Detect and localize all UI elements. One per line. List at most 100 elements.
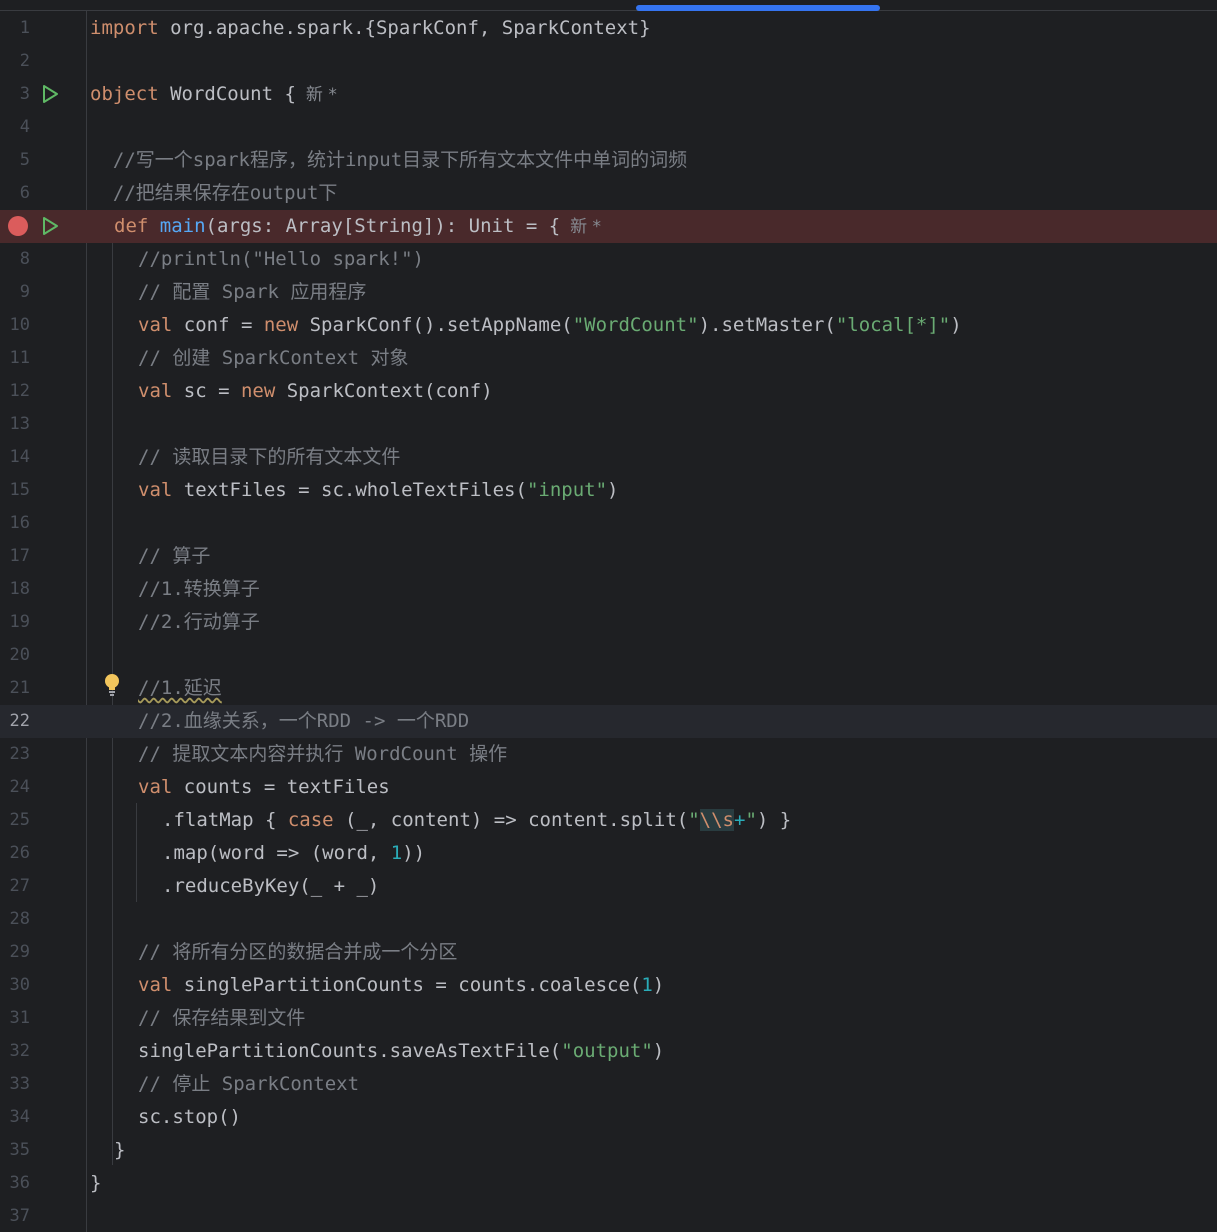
code-line[interactable]: 10 val conf = new SparkConf().setAppName… (0, 309, 1217, 342)
code-line[interactable]: 33 // 停止 SparkContext (0, 1068, 1217, 1101)
line-number: 5 (19, 150, 30, 170)
code-text[interactable]: object WordCount {新 * (90, 78, 337, 112)
code-line[interactable]: 1 import org.apache.spark.{SparkConf, Sp… (0, 12, 1217, 45)
code-line[interactable]: 2 (0, 45, 1217, 78)
comment[interactable]: // 保存结果到文件 (138, 1002, 305, 1035)
author-hint[interactable]: 新 * (306, 85, 337, 105)
code-line[interactable]: 12 val sc = new SparkContext(conf) (0, 375, 1217, 408)
code-line[interactable]: 30 val singlePartitionCounts = counts.co… (0, 969, 1217, 1002)
code-line[interactable]: 36 } (0, 1167, 1217, 1200)
code-line[interactable]: 13 (0, 408, 1217, 441)
code-line[interactable]: 29 // 将所有分区的数据合并成一个分区 (0, 936, 1217, 969)
code-line[interactable]: 23 // 提取文本内容并执行 WordCount 操作 (0, 738, 1217, 771)
line-number: 26 (9, 843, 30, 863)
comment[interactable]: //2.行动算子 (138, 606, 260, 639)
code-line[interactable]: 35 } (0, 1134, 1217, 1167)
code-line[interactable]: 28 (0, 903, 1217, 936)
comment[interactable]: // 停止 SparkContext (138, 1068, 359, 1101)
line-number: 30 (9, 975, 30, 995)
code-line[interactable]: 5 //写一个spark程序，统计input目录下所有文本文件中单词的词频 (0, 144, 1217, 177)
function-name: main (159, 215, 206, 237)
code-line[interactable]: 4 (0, 111, 1217, 144)
string-literal: "WordCount" (572, 314, 699, 336)
code-line[interactable]: 9 // 配置 Spark 应用程序 (0, 276, 1217, 309)
code-line[interactable]: 31 // 保存结果到文件 (0, 1002, 1217, 1035)
code-line[interactable]: 32 singlePartitionCounts.saveAsTextFile(… (0, 1035, 1217, 1068)
code-line[interactable]: 3 object WordCount {新 * (0, 78, 1217, 111)
comment[interactable]: // 将所有分区的数据合并成一个分区 (138, 936, 457, 969)
comment[interactable]: //把结果保存在output下 (90, 177, 338, 210)
code-line[interactable]: 6 //把结果保存在output下 (0, 177, 1217, 210)
code-token: singlePartitionCounts = counts.coalesce( (172, 974, 642, 996)
code-token: SparkConf().setAppName( (298, 314, 573, 336)
breakpoint-icon[interactable] (8, 216, 28, 236)
code-line[interactable]: 11 // 创建 SparkContext 对象 (0, 342, 1217, 375)
code-text[interactable]: val singlePartitionCounts = counts.coale… (138, 969, 664, 1002)
code-line[interactable]: 19 //2.行动算子 (0, 606, 1217, 639)
code-line[interactable]: 27 .reduceByKey(_ + _) (0, 870, 1217, 903)
code-text[interactable]: .reduceByKey(_ + _) (162, 870, 379, 903)
lightbulb-icon[interactable] (102, 672, 122, 698)
code-text[interactable]: val sc = new SparkContext(conf) (138, 375, 493, 408)
regex-operator: + (734, 809, 746, 831)
code-text[interactable]: def main(args: Array[String]): Unit = {新… (114, 210, 601, 244)
number-literal: 1 (641, 974, 653, 996)
code-editor[interactable]: 1 import org.apache.spark.{SparkConf, Sp… (0, 0, 1217, 1232)
run-gutter-icon[interactable] (40, 216, 60, 236)
code-text[interactable]: sc.stop() (138, 1101, 241, 1134)
code-line-current[interactable]: 22 //2.血缘关系，一个RDD -> 一个RDD (0, 705, 1217, 738)
comment[interactable]: //println("Hello spark!") (138, 243, 424, 276)
code-line[interactable]: 24 val counts = textFiles (0, 771, 1217, 804)
code-text[interactable]: import org.apache.spark.{SparkConf, Spar… (90, 12, 651, 45)
code-line[interactable]: 8 //println("Hello spark!") (0, 243, 1217, 276)
line-number: 2 (19, 51, 30, 71)
comment[interactable]: //写一个spark程序，统计input目录下所有文本文件中单词的词频 (90, 144, 687, 177)
comment[interactable]: // 提取文本内容并执行 WordCount 操作 (138, 738, 507, 771)
line-number: 21 (9, 678, 30, 698)
code-line[interactable]: 16 (0, 507, 1217, 540)
comment[interactable]: //1.转换算子 (138, 573, 260, 606)
author-hint[interactable]: 新 * (570, 217, 601, 237)
comment[interactable]: // 算子 (138, 540, 210, 573)
code-text[interactable]: .flatMap { case (_, content) => content.… (162, 804, 791, 837)
code-text[interactable]: } (114, 1134, 125, 1167)
code-text[interactable]: .map(word => (word, 1)) (162, 837, 425, 870)
comment[interactable]: // 读取目录下的所有文本文件 (138, 441, 400, 474)
code-token: ) (607, 479, 619, 501)
line-number: 24 (9, 777, 30, 797)
code-line[interactable]: 37 (0, 1200, 1217, 1232)
horizontal-scrollbar-thumb[interactable] (636, 5, 880, 11)
run-gutter-icon[interactable] (40, 84, 60, 104)
code-line[interactable]: 26 .map(word => (word, 1)) (0, 837, 1217, 870)
code-line[interactable]: 18 //1.转换算子 (0, 573, 1217, 606)
code-token: sc = (172, 380, 241, 402)
code-text[interactable]: } (90, 1167, 101, 1200)
line-number: 32 (9, 1041, 30, 1061)
keyword: val (138, 479, 173, 501)
code-line-breakpoint[interactable]: def main(args: Array[String]): Unit = {新… (0, 210, 1217, 243)
comment[interactable]: //1.延迟 (138, 672, 222, 705)
code-text[interactable]: val conf = new SparkConf().setAppName("W… (138, 309, 962, 342)
code-token: counts = textFiles (172, 776, 390, 798)
code-line[interactable]: 15 val textFiles = sc.wholeTextFiles("in… (0, 474, 1217, 507)
line-number: 19 (9, 612, 30, 632)
code-line[interactable]: 17 // 算子 (0, 540, 1217, 573)
code-line[interactable]: 34 sc.stop() (0, 1101, 1217, 1134)
comment[interactable]: // 创建 SparkContext 对象 (138, 342, 408, 375)
comment[interactable]: //2.血缘关系，一个RDD -> 一个RDD (138, 705, 469, 738)
code-line[interactable]: 14 // 读取目录下的所有文本文件 (0, 441, 1217, 474)
code-token: )) (402, 842, 426, 864)
string-literal: "input" (526, 479, 608, 501)
code-line[interactable]: 25 .flatMap { case (_, content) => conte… (0, 804, 1217, 837)
code-text[interactable]: val textFiles = sc.wholeTextFiles("input… (138, 474, 618, 507)
code-line[interactable]: 20 (0, 639, 1217, 672)
line-number: 17 (9, 546, 30, 566)
comment[interactable]: // 配置 Spark 应用程序 (138, 276, 366, 309)
line-number: 8 (19, 249, 30, 269)
code-text[interactable]: singlePartitionCounts.saveAsTextFile("ou… (138, 1035, 664, 1068)
string-literal: "local[*]" (835, 314, 951, 336)
code-text[interactable]: val counts = textFiles (138, 771, 390, 804)
line-number: 28 (9, 909, 30, 929)
line-number: 13 (9, 414, 30, 434)
code-line[interactable]: 21 //1.延迟 (0, 672, 1217, 705)
